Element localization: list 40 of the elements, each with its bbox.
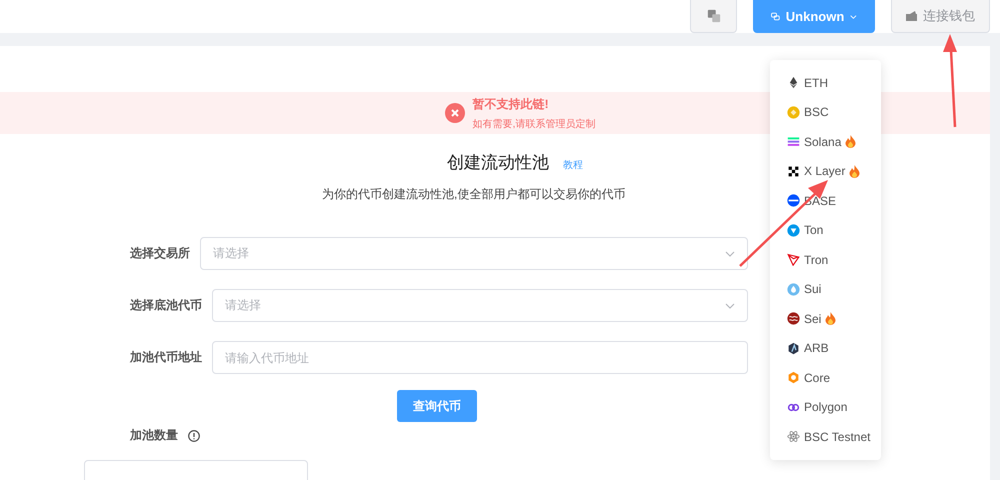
input-field[interactable]: 请输入代币地址 <box>212 341 748 374</box>
network-option[interactable]: ETH <box>770 68 881 98</box>
network-option[interactable]: Polygon <box>770 392 881 422</box>
network-option[interactable]: Tron <box>770 245 881 274</box>
atom-icon <box>787 430 800 444</box>
cross-icon <box>787 164 800 178</box>
network-option[interactable]: X Layer <box>770 156 881 186</box>
error-message: 如有需要,请联系管理员定制 <box>472 118 596 130</box>
network-option[interactable]: BSC Testnet <box>770 422 881 452</box>
wave-coin-icon <box>787 312 800 326</box>
stripes-icon <box>787 135 800 148</box>
network-option[interactable]: BSC <box>770 98 881 127</box>
network-option[interactable]: Solana <box>770 127 881 156</box>
chevron-icon <box>725 250 735 256</box>
info-icon <box>188 430 200 442</box>
link-icon <box>771 10 780 23</box>
field-label: 加池代币地址 <box>130 349 202 366</box>
network-option[interactable]: ARB <box>770 334 881 363</box>
shield-icon <box>787 342 800 355</box>
triangle-coin-icon <box>787 224 800 237</box>
close-circle-icon <box>444 103 465 123</box>
circle-icon <box>787 194 800 208</box>
network-option[interactable]: Sei <box>770 304 881 334</box>
page-subtitle: 为你的代币创建流动性池,使全部用户都可以交易你的代币 <box>322 186 626 203</box>
field-label: 加池数量 <box>130 427 178 444</box>
hexagon-icon <box>787 371 800 384</box>
page-title: 创建流动性池 <box>447 152 549 174</box>
translate-button[interactable] <box>690 0 737 33</box>
triangle-icon <box>787 253 800 266</box>
field-label: 选择交易所 <box>130 245 190 262</box>
network-option[interactable]: Sui <box>770 274 881 304</box>
network-option[interactable]: Core <box>770 363 881 392</box>
wallet-icon <box>906 11 917 21</box>
diamond-icon <box>787 76 800 90</box>
error-title: 暂不支持此链! <box>472 96 550 112</box>
drop-icon <box>787 282 800 296</box>
network-option[interactable]: Ton <box>770 216 881 245</box>
coin-icon <box>787 106 800 119</box>
chevron-icon <box>725 302 735 308</box>
field-label: 选择底池代币 <box>130 297 202 314</box>
